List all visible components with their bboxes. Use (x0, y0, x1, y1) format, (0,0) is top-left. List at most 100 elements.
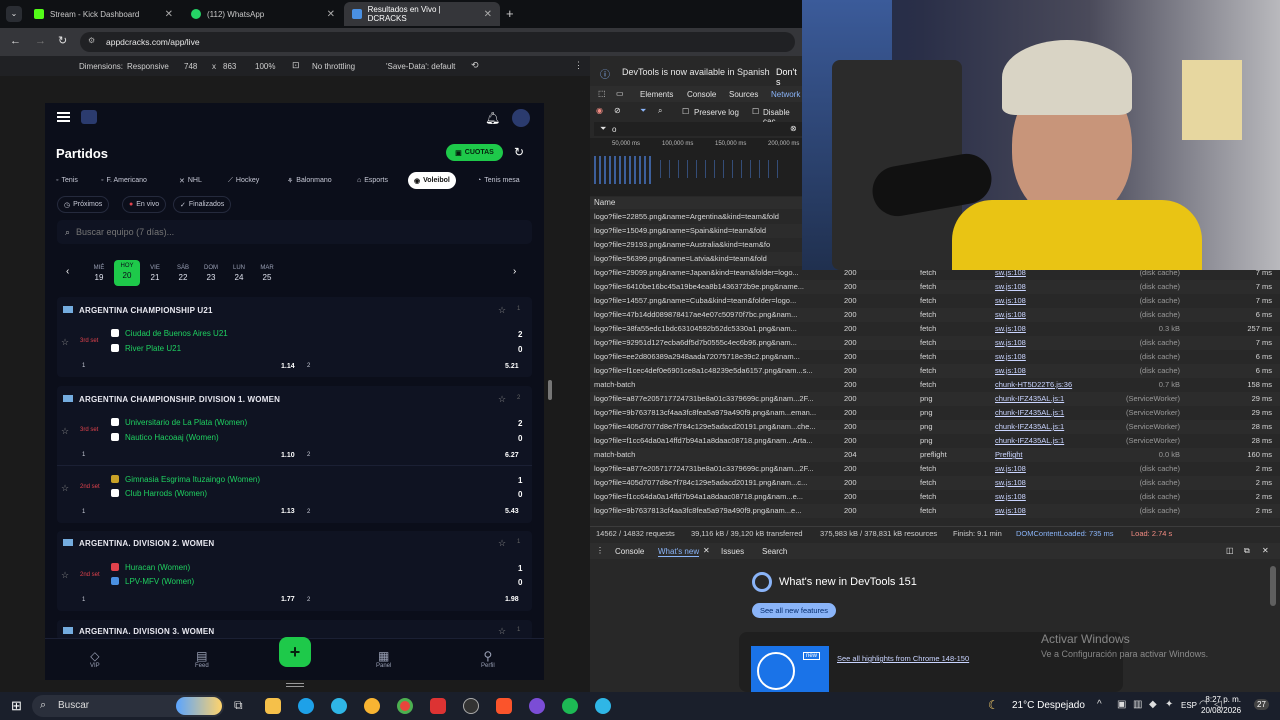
away-team[interactable]: River Plate U21 (125, 344, 181, 353)
chip-hockey[interactable]: ⟋ Hockey (222, 172, 265, 189)
initiator-cell[interactable]: chunk-IFZ435AL.js:1 (995, 394, 1064, 403)
tray-app-icon[interactable]: ◆ (1149, 699, 1157, 710)
app-icon[interactable] (430, 698, 446, 714)
initiator-cell[interactable]: sw.js:108 (995, 352, 1026, 361)
initiator-cell[interactable]: sw.js:108 (995, 296, 1026, 305)
initiator-cell[interactable]: sw.js:108 (995, 338, 1026, 347)
tab-dcracks[interactable]: Resultados en Vivo | DCRACKS ✕ (344, 2, 500, 26)
favorite-star-icon[interactable]: ☆ (498, 538, 506, 549)
reload-icon[interactable]: ↻ (58, 34, 67, 47)
weather-text[interactable]: 21°C Despejado (1012, 700, 1085, 711)
favorite-star-icon[interactable]: ☆ (498, 626, 506, 637)
favorite-star-icon[interactable]: ☆ (498, 305, 506, 316)
home-team[interactable]: Universitario de La Plata (Women) (125, 418, 247, 427)
throttling-select[interactable]: No throttling (312, 62, 355, 71)
chip-esports[interactable]: ⌂ Esports (351, 172, 394, 189)
site-info-icon[interactable]: ⚙ (88, 36, 95, 45)
initiator-cell[interactable]: chunk-IFZ435AL.js:1 (995, 422, 1064, 431)
network-row[interactable]: logo?file=f1cc64da0a14ffd7b94a1a8daac087… (590, 490, 1280, 504)
drawer-tab-console[interactable]: Console (615, 547, 644, 556)
initiator-cell[interactable]: sw.js:108 (995, 282, 1026, 291)
initiator-cell[interactable]: Preflight (995, 450, 1023, 459)
nav-panel[interactable]: ▦ Panel (376, 649, 391, 669)
tray-app-icon[interactable]: ▥ (1133, 699, 1142, 710)
new-tab-button[interactable]: + (506, 6, 514, 21)
favorite-star-icon[interactable]: ☆ (61, 570, 69, 581)
favorite-star-icon[interactable]: ☆ (61, 483, 69, 494)
see-all-features-button[interactable]: See all new features (752, 603, 836, 618)
drawer-tab-whats-new[interactable]: What's new (658, 547, 700, 557)
network-row[interactable]: logo?file=9b7637813cf4aa3fc8fea5a979a490… (590, 406, 1280, 420)
tab-whatsapp[interactable]: (112) WhatsApp ✕ (183, 2, 343, 26)
odds-home[interactable]: 1.13 (281, 508, 295, 515)
chip-tenis-mesa[interactable]: ◔ Tenis mesa (471, 172, 526, 189)
language-indicator[interactable]: ESP (1181, 701, 1197, 710)
height-input[interactable]: 863 (223, 62, 236, 71)
highlights-link[interactable]: See all highlights from Chrome 148-150 (837, 654, 969, 663)
width-input[interactable]: 748 (184, 62, 197, 71)
chip-voleibol[interactable]: ◉ Voleibol (408, 172, 456, 189)
drawer-tab-search[interactable]: Search (762, 547, 787, 556)
home-team[interactable]: Gimnasia Esgrima Ituzaingo (Women) (125, 475, 260, 484)
home-team[interactable]: Huracan (Women) (125, 563, 190, 572)
day-25[interactable]: MAR 25 (254, 264, 280, 282)
prev-day-icon[interactable]: ‹ (66, 266, 69, 277)
obs-icon[interactable] (463, 698, 479, 714)
scrollbar[interactable] (1270, 566, 1276, 606)
chip-f-americano[interactable]: ◦ F. Americano (95, 172, 153, 189)
device-toggle-icon[interactable]: ▭ (616, 89, 624, 98)
odds-away[interactable]: 5.43 (505, 508, 519, 515)
edge-icon[interactable] (298, 698, 314, 714)
initiator-cell[interactable]: sw.js:108 (995, 324, 1026, 333)
day-21[interactable]: VIE 21 (142, 264, 168, 282)
close-icon[interactable]: ✕ (327, 9, 335, 20)
network-row[interactable]: logo?file=ee2d806389a2948aada72075718e39… (590, 350, 1280, 364)
timeline-overview[interactable]: 50,000 ms 100,000 ms 150,000 ms 200,000 … (590, 138, 802, 196)
tab-search-icon[interactable]: ⌄ (6, 6, 22, 22)
day-22[interactable]: SÁB 22 (170, 264, 196, 282)
windows-start-icon[interactable]: ⊞ (11, 698, 22, 714)
preserve-log-checkbox[interactable]: ☐ (682, 107, 689, 116)
dock-icon[interactable]: ◫ (1226, 546, 1234, 555)
name-column-header[interactable]: Name (590, 197, 802, 209)
dimensions-select[interactable]: Responsive (127, 62, 169, 71)
edge-dev-icon[interactable] (331, 698, 347, 714)
initiator-cell[interactable]: chunk-IFZ435AL.js:1 (995, 436, 1064, 445)
day-19[interactable]: MIÉ 19 (86, 264, 112, 282)
tray-app-icon[interactable]: ▣ (1117, 699, 1126, 710)
network-row[interactable]: logo?file=405d7077d8e7f784c129e5adacd201… (590, 420, 1280, 434)
refresh-icon[interactable]: ↻ (514, 145, 524, 159)
network-row[interactable]: logo?file=9b7637813cf4aa3fc8fea5a979a490… (590, 504, 1280, 518)
tab-sources[interactable]: Sources (729, 90, 758, 99)
menu-icon[interactable] (57, 112, 70, 122)
zoom-select[interactable]: 100% (255, 62, 275, 71)
back-icon[interactable]: ← (10, 35, 21, 47)
brave-icon[interactable] (496, 698, 512, 714)
search-input[interactable] (76, 227, 477, 237)
spotify-icon[interactable] (562, 698, 578, 714)
disable-cache-checkbox[interactable]: ☐ (752, 107, 759, 116)
tab-console[interactable]: Console (687, 90, 716, 99)
filter-proximos[interactable]: ◷ Próximos (57, 196, 110, 213)
app-icon[interactable] (529, 698, 545, 714)
network-row[interactable]: logo?file=6410be16bc45a19be4ea8b1436372b… (590, 280, 1280, 294)
rotate-device-icon[interactable]: ⟲ (471, 60, 479, 71)
clear-icon[interactable]: ⊘ (614, 106, 621, 115)
search-icon[interactable]: ⌕ (658, 106, 662, 116)
network-row[interactable]: logo?file=f1cec4def0e6901ce8a1c48239e5da… (590, 364, 1280, 378)
url-field[interactable]: ⚙ appdcracks.com/app/live (80, 32, 795, 52)
chip-balonmano[interactable]: ⚘ Balonmano (281, 172, 338, 189)
day-24[interactable]: LUN 24 (226, 264, 252, 282)
filter-bar[interactable]: ⏷ o ⊗ (594, 122, 802, 136)
tray-chevron-icon[interactable]: ^ (1097, 699, 1102, 710)
add-button[interactable]: + (279, 637, 311, 667)
task-view-icon[interactable]: ⧉ (234, 698, 243, 713)
initiator-cell[interactable]: sw.js:108 (995, 506, 1026, 515)
close-drawer-icon[interactable]: ✕ (1262, 546, 1269, 555)
initiator-cell[interactable]: sw.js:108 (995, 478, 1026, 487)
cuotas-button[interactable]: ▣ CUOTAS (446, 144, 503, 161)
drawer-tab-issues[interactable]: Issues (721, 547, 744, 556)
banner-button[interactable]: Don't s (776, 67, 802, 87)
network-row[interactable]: logo?file=405d7077d8e7f784c129e5adacd201… (590, 476, 1280, 490)
odds-home[interactable]: 1.10 (281, 452, 295, 459)
